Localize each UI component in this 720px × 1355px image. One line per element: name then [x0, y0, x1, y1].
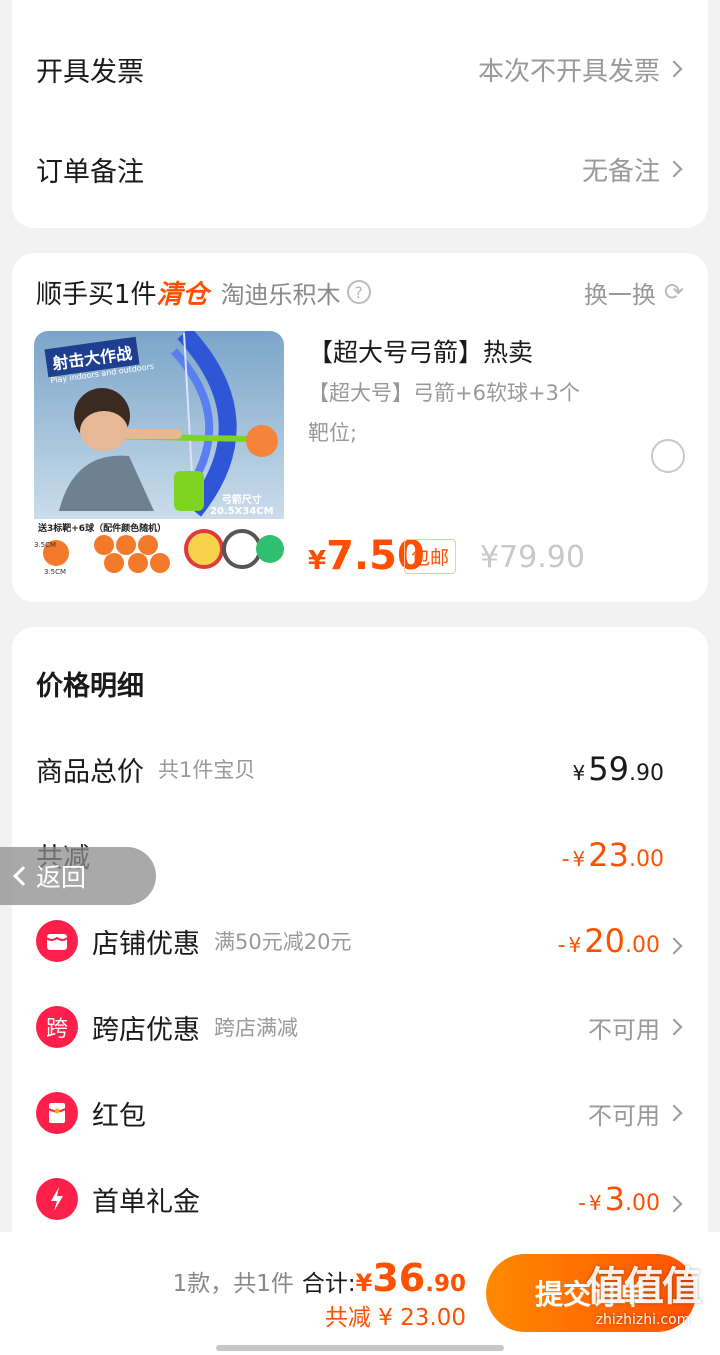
home-indicator [216, 1345, 504, 1351]
red-packet-row[interactable]: 红包 不可用 [36, 1091, 684, 1135]
chevron-right-icon [665, 160, 683, 178]
shop-discount-sub: 满50元减20元 [214, 930, 352, 954]
footer-total-int: 36 [372, 1256, 426, 1300]
chevron-right-icon [665, 1018, 683, 1036]
refresh-button[interactable]: 换一换 ⟳ [584, 275, 684, 310]
refresh-icon: ⟳ [663, 278, 684, 306]
product-name[interactable]: 【超大号弓箭】热卖 [308, 333, 533, 369]
product-spec-line2: 靶位; [308, 421, 358, 445]
red-packet-value: 不可用 [588, 1096, 684, 1131]
invoice-value: 本次不开具发票 [477, 56, 660, 87]
red-packet-label: 红包 [92, 1100, 146, 1132]
image-ball-size-v: 3.5CM [34, 541, 57, 549]
product-image[interactable]: 射击大作战 Play indoors and outdoors 弓箭尺寸 20.… [34, 331, 284, 579]
addon-header: 顺手买1件 清仓 淘迪乐积木 ? 换一换 ⟳ [36, 273, 684, 311]
bottom-bar: 1款，共1件 合计: ¥ 36 .90 共减 ¥ 23.00 提交订单 值值值 … [0, 1232, 720, 1355]
footer-total-label: 合计: [301, 1271, 356, 1297]
watermark-text: 值值值 [586, 1264, 702, 1310]
image-ball-size-h: 3.5CM [44, 568, 67, 576]
watermark-url: zhizhizhi.com [595, 1312, 691, 1328]
first-order-amount: - ¥ 3 .00 [578, 1180, 684, 1218]
first-order-row[interactable]: 首单礼金 - ¥ 3 .00 [36, 1177, 684, 1221]
goods-total-row: 商品总价 共1件宝贝 ¥ 59 .90 [36, 747, 684, 791]
shop-icon [36, 920, 78, 962]
remark-value: 无备注 [581, 156, 660, 187]
back-label: 返回 [36, 863, 87, 892]
refresh-label: 换一换 [583, 280, 656, 309]
goods-total-sub: 共1件宝贝 [158, 758, 256, 782]
addon-card: 顺手买1件 清仓 淘迪乐积木 ? 换一换 ⟳ 射击大作战 Play indoor… [12, 253, 708, 602]
shop-discount-amount: - ¥ 20 .00 [558, 922, 684, 960]
invoice-row[interactable]: 开具发票 本次不开具发票 [36, 46, 684, 92]
image-accessory-text: 送3标靶+6球（配件颜色随机） [38, 524, 167, 534]
image-size-label: 弓箭尺寸 20.5X34CM [210, 495, 274, 517]
chevron-right-icon [665, 1195, 683, 1213]
first-order-label: 首单礼金 [92, 1186, 200, 1218]
addon-title: 顺手买1件 [36, 279, 157, 310]
original-price: ¥79.90 [480, 540, 585, 575]
cross-store-row[interactable]: 跨 跨店优惠 跨店满减 不可用 [36, 1005, 684, 1049]
cross-store-icon: 跨 [36, 1006, 78, 1048]
total-reduce-amount: - ¥ 23 .00 [561, 836, 664, 874]
back-button[interactable]: 返回 [0, 847, 156, 905]
cross-store-sub: 跨店满减 [214, 1016, 298, 1040]
addon-shop-name[interactable]: 淘迪乐积木 [221, 275, 341, 310]
price-detail-title-row: 价格明细 [36, 663, 684, 703]
chevron-right-icon [665, 60, 683, 78]
chevron-right-icon [665, 1104, 683, 1122]
footer-summary: 1款，共1件 合计: ¥ 36 .90 [173, 1256, 466, 1300]
shipping-tag: 包邮 [404, 539, 457, 574]
remark-label: 订单备注 [36, 156, 144, 188]
product-spec-line1: 【超大号】弓箭+6软球+3个 [308, 381, 580, 405]
order-options-card: 开具发票 本次不开具发票 订单备注 无备注 [12, 0, 708, 228]
shop-discount-row[interactable]: 店铺优惠 满50元减20元 - ¥ 20 .00 [36, 919, 684, 963]
lightning-icon [36, 1178, 78, 1220]
footer-count: 1款，共1件 [172, 1271, 294, 1297]
footer-total-dec: .90 [425, 1271, 466, 1297]
cross-store-label: 跨店优惠 [92, 1014, 200, 1046]
footer-reduce: 共减 ¥ 23.00 [324, 1305, 466, 1331]
help-icon[interactable]: ? [346, 280, 371, 304]
red-packet-icon [36, 1092, 78, 1134]
goods-total-amount: ¥ 59 .90 [572, 750, 664, 788]
remark-row[interactable]: 订单备注 无备注 [36, 146, 684, 192]
chevron-left-icon [13, 866, 33, 886]
chevron-right-icon [665, 937, 683, 955]
price-detail-card: 价格明细 商品总价 共1件宝贝 ¥ 59 .90 共减 - ¥ 23 .00 店… [12, 627, 708, 1267]
shop-discount-label: 店铺优惠 [92, 928, 200, 960]
addon-title-highlight: 清仓 [156, 279, 209, 310]
select-checkbox[interactable] [651, 439, 685, 473]
cross-store-value: 不可用 [588, 1010, 684, 1045]
watermark: 值值值 zhizhizhi.com [568, 1254, 718, 1328]
invoice-label: 开具发票 [36, 56, 144, 88]
goods-total-label: 商品总价 [36, 756, 144, 788]
footer-total-currency: ¥ [355, 1269, 373, 1297]
price-detail-title: 价格明细 [36, 670, 144, 702]
